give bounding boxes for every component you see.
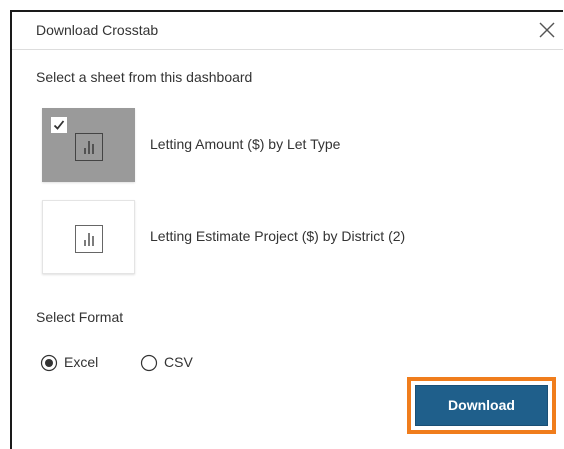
format-radio-excel[interactable]: Excel	[40, 352, 120, 374]
format-section-label: Select Format	[36, 309, 124, 325]
format-radio-label: CSV	[164, 354, 193, 370]
format-radio-label: Excel	[64, 354, 99, 370]
sheet-thumbnail[interactable]	[42, 200, 135, 274]
sheet-thumbnail[interactable]	[42, 108, 135, 182]
download-crosstab-dialog: Download Crosstab Select a sheet from th…	[10, 10, 563, 449]
sheet-checkbox[interactable]	[51, 117, 67, 133]
dialog-header: Download Crosstab	[12, 12, 563, 50]
close-button[interactable]	[533, 16, 561, 44]
sheet-label: Letting Estimate Project ($) by District…	[150, 228, 406, 244]
checkmark-icon	[53, 120, 65, 130]
close-icon	[539, 22, 555, 38]
format-radio-csv[interactable]: CSV	[140, 352, 210, 374]
sheet-label: Letting Amount ($) by Let Type	[150, 136, 341, 152]
bar-chart-icon	[75, 225, 103, 253]
radio-selected-icon	[40, 354, 58, 372]
download-button[interactable]: Download	[415, 385, 548, 426]
radio-unselected-icon	[140, 354, 158, 372]
sheet-option-letting-amount[interactable]: Letting Amount ($) by Let Type	[42, 108, 542, 182]
dialog-title: Download Crosstab	[36, 22, 159, 38]
sheet-option-letting-estimate[interactable]: Letting Estimate Project ($) by District…	[42, 200, 542, 274]
bar-chart-icon	[75, 133, 103, 161]
sheet-section-label: Select a sheet from this dashboard	[36, 69, 253, 85]
